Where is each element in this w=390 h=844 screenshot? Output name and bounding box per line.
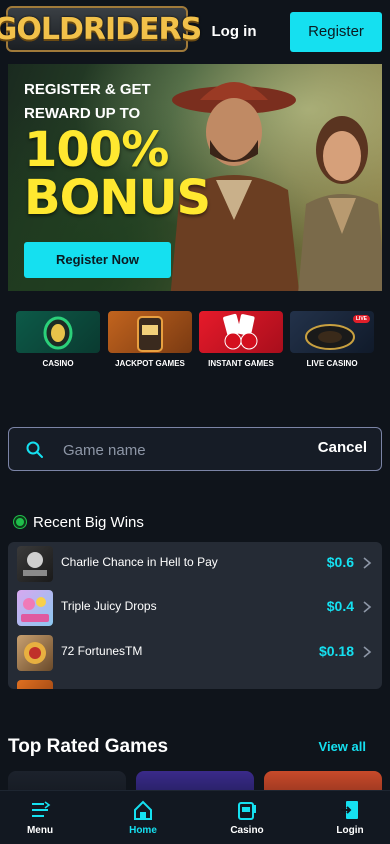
chevron-right-icon [363,646,372,658]
top-rated-title: Top Rated Games [8,736,169,757]
list-item[interactable]: Triple Juicy Drops $0.4 [8,587,382,627]
game-thumbnail [17,590,53,626]
category-label: JACKPOT GAMES [115,359,185,368]
nav-casino[interactable]: Casino [207,799,287,836]
category-label: CASINO [42,359,74,368]
nav-login[interactable]: Login [310,799,390,836]
hero-headline-line2: BONUS [24,170,211,226]
game-name: Triple Juicy Drops [61,599,157,613]
win-amount: $0.4 [326,598,354,614]
game-name: Charlie Chance in Hell to Pay [61,555,218,569]
hero-banner[interactable]: REGISTER & GET REWARD UP TO 100% BONUS R… [8,64,382,291]
home-icon [134,800,152,820]
search-icon[interactable] [25,440,45,460]
category-label: LIVE CASINO [306,359,358,368]
list-item[interactable]: 72 FortunesTM $0.18 [8,632,382,672]
category-live-casino[interactable]: LIVE LIVE CASINO [290,311,374,368]
search-cancel-button[interactable]: Cancel [318,439,367,456]
live-indicator-icon [14,516,26,528]
game-search-bar: Cancel [8,427,382,471]
site-header: GOLDRIDERS Log in Register [0,0,390,64]
live-badge: LIVE [352,315,370,323]
cherries-cards-icon [199,311,283,353]
game-thumbnail [17,635,53,671]
game-thumbnail [17,546,53,582]
nav-menu[interactable]: Menu [0,799,80,836]
explorer-woman-image [298,116,382,291]
slot-machine-icon [108,311,192,353]
game-thumbnail [17,680,53,689]
hero-subtitle: REGISTER & GET REWARD UP TO [24,78,174,126]
register-button[interactable]: Register [290,12,382,52]
hero-headline: 100% BONUS [24,126,224,222]
list-item[interactable]: Charlie Chance in Hell to Pay $0.6 [8,543,382,583]
recent-wins-heading: Recent Big Wins [14,513,144,531]
login-icon [341,801,358,819]
win-amount: $0.18 [318,643,354,659]
category-label: INSTANT GAMES [208,359,274,368]
category-casino[interactable]: CASINO [16,311,100,368]
chevron-right-icon [363,601,372,613]
win-amount: $0.6 [326,554,354,570]
chevron-right-icon [363,557,372,569]
category-shortcuts: CASINO JACKPOT GAMES INSTANT GAMES LIVE … [16,311,374,371]
login-button[interactable]: Log in [206,14,262,50]
recent-wins-list: Charlie Chance in Hell to Pay $0.6 Tripl… [8,542,382,689]
category-jackpot-games[interactable]: JACKPOT GAMES [108,311,192,368]
list-item[interactable] [8,677,382,689]
nav-label: Login [336,825,364,836]
game-name: 72 FortunesTM [61,644,143,658]
nav-home[interactable]: Home [103,799,183,836]
hero-subtitle-line1: REGISTER & GET [24,81,151,98]
recent-wins-title: Recent Big Wins [33,513,144,531]
category-instant-games[interactable]: INSTANT GAMES [199,311,283,368]
menu-icon [32,801,51,817]
bottom-nav: Menu Home Casino Login [0,790,390,844]
casino-coin-icon [16,311,100,353]
nav-label: Home [129,825,157,836]
nav-label: Menu [26,825,54,836]
goldriders-logo[interactable]: GOLDRIDERS [0,6,202,52]
search-input[interactable] [63,438,293,462]
hero-headline-line1: 100% [24,122,169,178]
roulette-icon: LIVE [290,311,374,353]
logo-text: GOLDRIDERS [0,11,202,47]
slot-machine-icon [238,802,256,820]
view-all-link[interactable]: View all [319,739,366,754]
register-now-button[interactable]: Register Now [24,242,171,278]
nav-label: Casino [230,825,264,836]
